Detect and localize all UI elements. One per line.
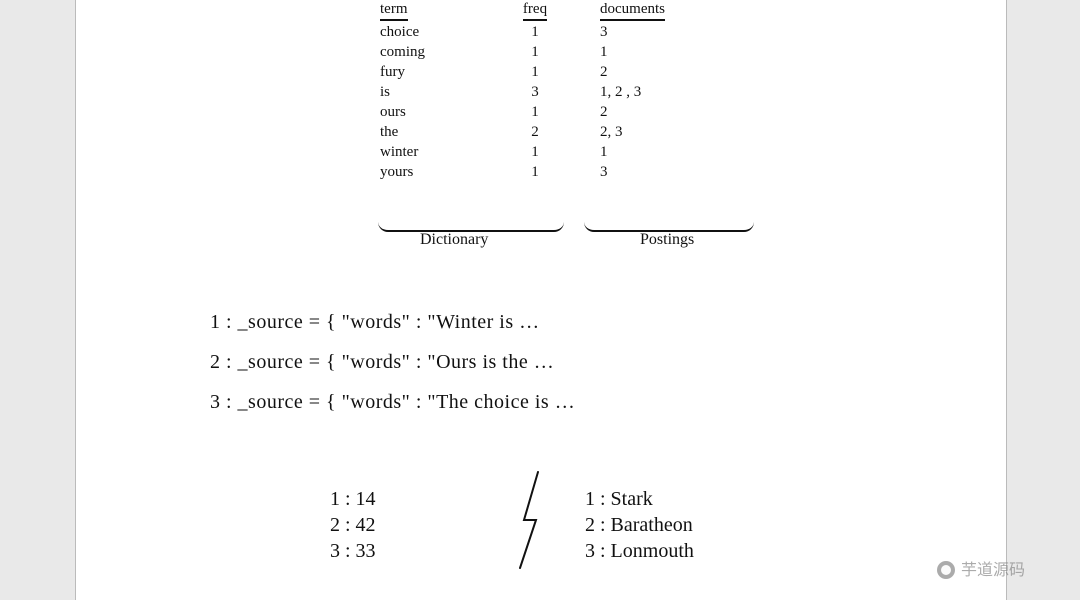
cell-docs: 1, 2 , 3 [570, 83, 750, 101]
brace-label-dictionary: Dictionary [420, 230, 488, 249]
source-line-3: 3 : _source = { "words" : "The choice is… [210, 390, 575, 414]
cell-term: ours [380, 103, 500, 121]
source-line-2: 2 : _source = { "words" : "Ours is the … [210, 350, 554, 374]
bottom-left-row: 3 : 33 [330, 539, 376, 563]
cell-freq: 1 [500, 23, 570, 41]
cell-docs: 2, 3 [570, 123, 750, 141]
cell-freq: 1 [500, 143, 570, 161]
cell-term: yours [380, 163, 500, 181]
cell-docs: 3 [570, 163, 750, 181]
bottom-right-row: 3 : Lonmouth [585, 539, 694, 563]
table-row: choice 1 3 [380, 23, 760, 41]
right-gutter [1005, 0, 1080, 600]
cell-freq: 1 [500, 63, 570, 81]
cell-docs: 2 [570, 63, 750, 81]
table-body: choice 1 3 coming 1 1 fury 1 2 is 3 1, 2… [380, 23, 760, 181]
bottom-right-column: 1 : Stark 2 : Baratheon 3 : Lonmouth [585, 485, 694, 565]
brace-label-postings: Postings [640, 230, 694, 249]
cell-freq: 1 [500, 43, 570, 61]
cell-term: coming [380, 43, 500, 61]
bottom-left-column: 1 : 14 2 : 42 3 : 33 [330, 485, 376, 565]
cell-term: choice [380, 23, 500, 41]
cell-docs: 1 [570, 143, 750, 161]
watermark: 芋道源码 [937, 561, 1025, 580]
header-term: term [380, 0, 408, 21]
cell-freq: 3 [500, 83, 570, 101]
cell-term: is [380, 83, 500, 101]
table-row: coming 1 1 [380, 43, 760, 61]
divider-slash-icon [510, 470, 550, 570]
bottom-right-row: 2 : Baratheon [585, 513, 694, 537]
cell-docs: 2 [570, 103, 750, 121]
table-row: is 3 1, 2 , 3 [380, 83, 760, 101]
cell-docs: 1 [570, 43, 750, 61]
cell-freq: 1 [500, 163, 570, 181]
table-row: yours 1 3 [380, 163, 760, 181]
source-line-1: 1 : _source = { "words" : "Winter is … [210, 310, 540, 334]
table-row: fury 1 2 [380, 63, 760, 81]
table-row: the 2 2, 3 [380, 123, 760, 141]
header-freq: freq [523, 0, 547, 21]
cell-freq: 2 [500, 123, 570, 141]
cell-term: the [380, 123, 500, 141]
inverted-index-table: term freq documents choice 1 3 coming 1 … [380, 0, 760, 181]
left-gutter [0, 0, 75, 600]
bottom-right-row: 1 : Stark [585, 487, 694, 511]
cell-term: fury [380, 63, 500, 81]
header-documents: documents [600, 0, 665, 21]
table-row: ours 1 2 [380, 103, 760, 121]
wechat-icon [937, 561, 955, 579]
cell-freq: 1 [500, 103, 570, 121]
table-row: winter 1 1 [380, 143, 760, 161]
cell-docs: 3 [570, 23, 750, 41]
cell-term: winter [380, 143, 500, 161]
watermark-text: 芋道源码 [961, 561, 1025, 580]
bottom-left-row: 2 : 42 [330, 513, 376, 537]
table-header-row: term freq documents [380, 0, 760, 21]
bottom-left-row: 1 : 14 [330, 487, 376, 511]
